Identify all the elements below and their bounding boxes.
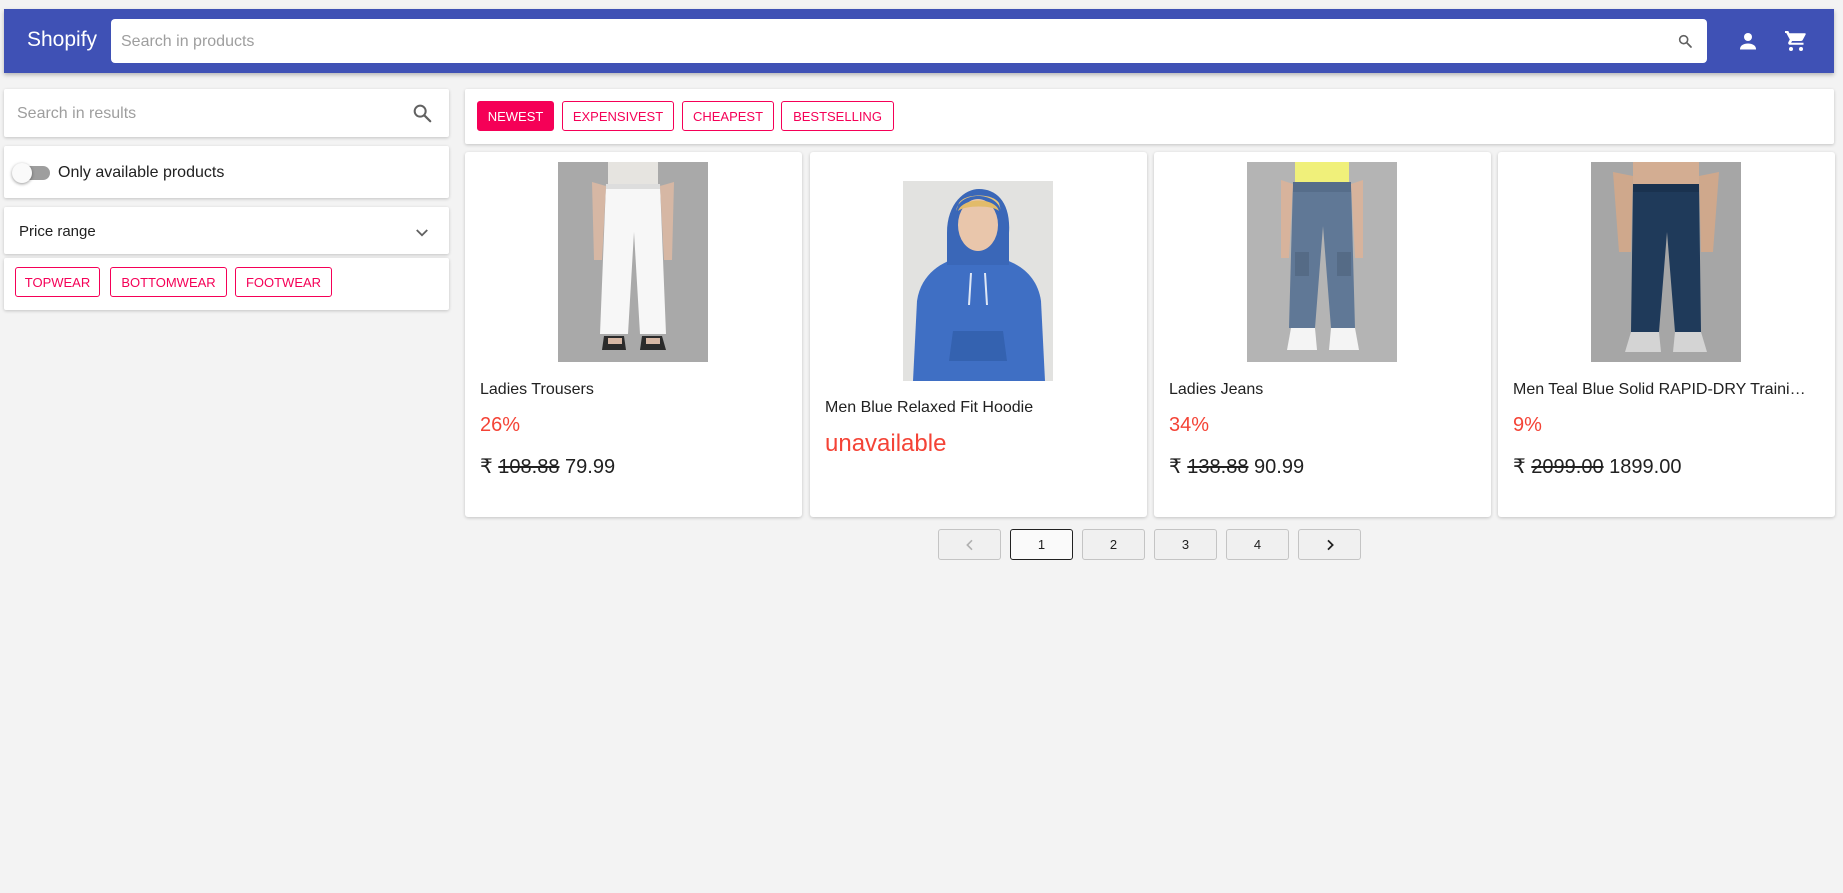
chevron-left-icon bbox=[966, 539, 973, 551]
next-page-button[interactable] bbox=[1298, 529, 1361, 560]
price-row: ₹ 2099.00 1899.00 bbox=[1513, 454, 1681, 479]
results-search-box[interactable] bbox=[4, 89, 449, 139]
only-available-toggle[interactable] bbox=[12, 163, 50, 183]
search-icon[interactable] bbox=[1677, 33, 1693, 49]
sort-chip-cheapest[interactable]: CHEAPEST bbox=[682, 101, 774, 131]
discount-badge: 34% bbox=[1169, 414, 1210, 436]
product-image[interactable] bbox=[558, 162, 708, 362]
sort-chip-expensivest[interactable]: EXPENSIVEST bbox=[562, 101, 674, 131]
unavailable-label: unavailable bbox=[825, 430, 947, 457]
page-button-4[interactable]: 4 bbox=[1226, 529, 1289, 560]
product-name[interactable]: Men Blue Relaxed Fit Hoodie bbox=[825, 399, 1135, 417]
account-icon[interactable] bbox=[1736, 29, 1760, 53]
product-card[interactable]: Ladies Jeans 34% ₹ 138.88 90.99 bbox=[1154, 152, 1491, 517]
prev-page-button[interactable] bbox=[938, 529, 1001, 560]
currency-symbol: ₹ bbox=[1513, 456, 1526, 478]
page-button-1[interactable]: 1 bbox=[1010, 529, 1073, 560]
product-image[interactable] bbox=[1591, 162, 1741, 362]
cart-icon[interactable] bbox=[1784, 29, 1808, 53]
discount-badge: 26% bbox=[480, 414, 521, 436]
availability-filter: Only available products bbox=[4, 146, 449, 198]
price-range-panel[interactable]: Price range bbox=[4, 207, 449, 254]
price-row: ₹ 108.88 79.99 bbox=[480, 454, 615, 479]
sort-chip-bestselling[interactable]: BESTSELLING bbox=[781, 101, 894, 131]
product-card[interactable]: Men Blue Relaxed Fit Hoodie unavailable bbox=[810, 152, 1147, 517]
current-price: 79.99 bbox=[565, 456, 616, 478]
brand-logo[interactable]: Shopify bbox=[27, 28, 97, 52]
product-name[interactable]: Ladies Jeans bbox=[1169, 381, 1479, 399]
currency-symbol: ₹ bbox=[480, 456, 493, 478]
category-chip-bottomwear[interactable]: BOTTOMWEAR bbox=[110, 267, 227, 297]
product-search-input[interactable] bbox=[119, 19, 1663, 65]
page-button-2[interactable]: 2 bbox=[1082, 529, 1145, 560]
product-image[interactable] bbox=[1247, 162, 1397, 362]
only-available-label: Only available products bbox=[58, 164, 225, 181]
old-price: 108.88 bbox=[498, 456, 560, 478]
currency-symbol: ₹ bbox=[1169, 456, 1182, 478]
chevron-right-icon bbox=[1327, 539, 1334, 551]
chevron-down-icon[interactable] bbox=[413, 224, 431, 242]
sort-bar: NEWEST EXPENSIVEST CHEAPEST BESTSELLING bbox=[465, 89, 1834, 144]
price-row: ₹ 138.88 90.99 bbox=[1169, 454, 1304, 479]
app-bar: Shopify bbox=[4, 9, 1834, 73]
category-chip-footwear[interactable]: FOOTWEAR bbox=[235, 267, 332, 297]
toggle-knob[interactable] bbox=[12, 163, 32, 183]
product-name[interactable]: Ladies Trousers bbox=[480, 381, 790, 399]
category-filter: TOPWEAR BOTTOMWEAR FOOTWEAR bbox=[4, 258, 449, 310]
product-search-box[interactable] bbox=[111, 19, 1707, 65]
page-button-3[interactable]: 3 bbox=[1154, 529, 1217, 560]
discount-badge: 9% bbox=[1513, 414, 1542, 436]
old-price: 2099.00 bbox=[1531, 456, 1604, 478]
product-image[interactable] bbox=[903, 181, 1053, 381]
search-icon[interactable] bbox=[411, 102, 433, 124]
results-search-input[interactable] bbox=[15, 89, 399, 139]
current-price: 90.99 bbox=[1254, 456, 1305, 478]
price-range-label: Price range bbox=[19, 223, 96, 240]
product-name[interactable]: Men Teal Blue Solid RAPID-DRY Traini… bbox=[1513, 381, 1823, 399]
product-card[interactable]: Ladies Trousers 26% ₹ 108.88 79.99 bbox=[465, 152, 802, 517]
current-price: 1899.00 bbox=[1609, 456, 1682, 478]
sort-chip-newest[interactable]: NEWEST bbox=[477, 101, 554, 131]
old-price: 138.88 bbox=[1187, 456, 1249, 478]
product-card[interactable]: Men Teal Blue Solid RAPID-DRY Traini… 9%… bbox=[1498, 152, 1835, 517]
category-chip-topwear[interactable]: TOPWEAR bbox=[15, 267, 100, 297]
